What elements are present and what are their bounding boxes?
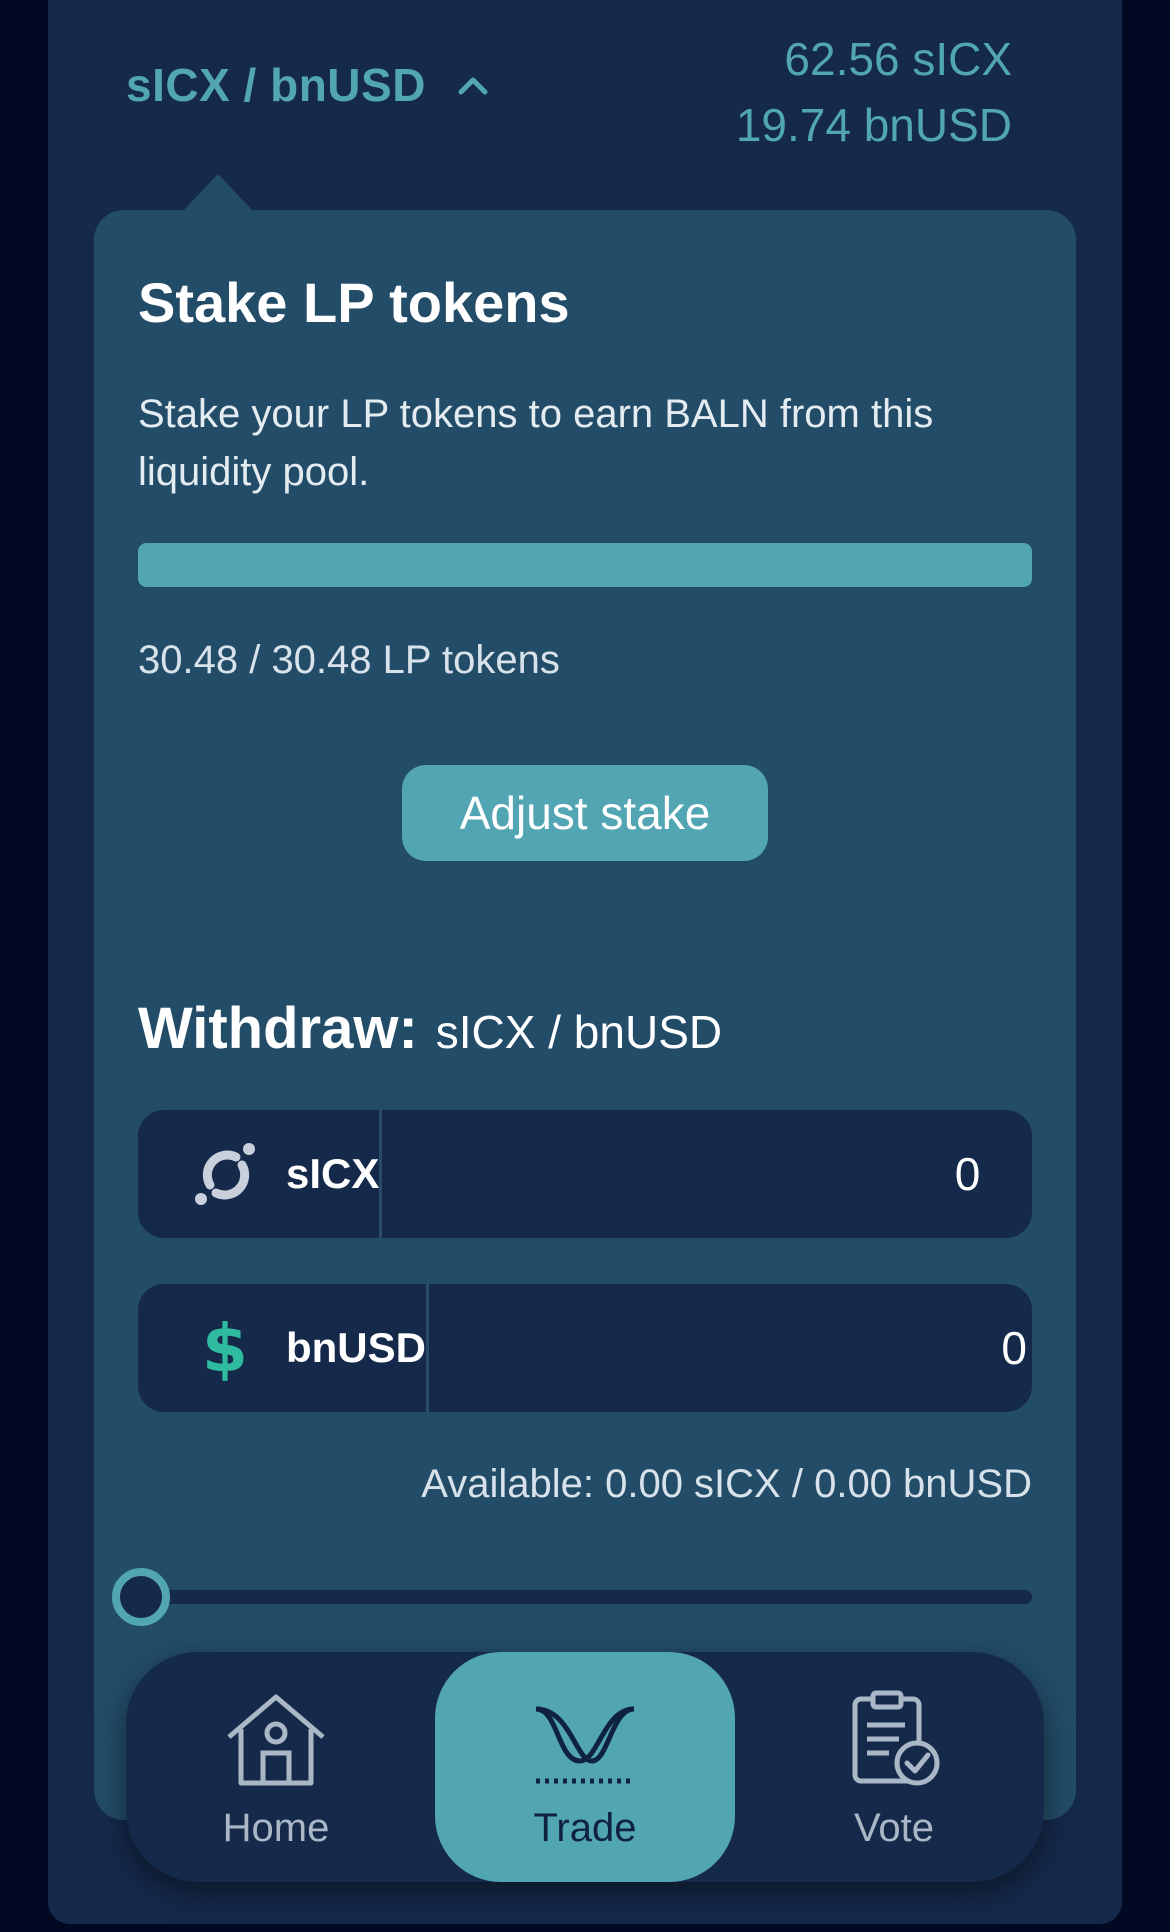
nav-home[interactable]: Home	[126, 1652, 426, 1882]
balance-sicx: 62.56 sICX	[784, 33, 1012, 85]
stake-progress-bar	[138, 543, 1032, 587]
nav-vote-label: Vote	[853, 1805, 935, 1850]
nav-vote[interactable]: Vote	[744, 1652, 1044, 1882]
token-name-bnusd: bnUSD	[286, 1324, 426, 1371]
card-pointer	[182, 174, 254, 212]
sicx-amount-input[interactable]	[382, 1110, 1032, 1238]
withdraw-sicx-row: sICX	[138, 1110, 1032, 1238]
token-selector-sicx: sICX	[138, 1110, 383, 1238]
pool-pair-toggle[interactable]: sICX / bnUSD	[126, 58, 490, 112]
stake-progress-fill	[138, 543, 1032, 587]
withdraw-slider-handle[interactable]	[112, 1568, 170, 1626]
withdraw-bnusd-row: $ bnUSD	[138, 1284, 1032, 1412]
stake-description: Stake your LP tokens to earn BALN from t…	[138, 392, 934, 494]
chevron-up-icon	[458, 77, 488, 95]
nav-trade-label: Trade	[533, 1805, 637, 1850]
withdraw-slider-track[interactable]	[138, 1590, 1032, 1604]
home-icon	[216, 1684, 336, 1794]
stake-title: Stake LP tokens	[138, 271, 570, 334]
dollar-icon: $	[186, 1309, 264, 1387]
pool-balances: 62.56 sICX 19.74 bnUSD	[736, 26, 1012, 158]
svg-text:$: $	[202, 1310, 248, 1387]
pool-pair-label: sICX / bnUSD	[126, 59, 426, 111]
withdraw-heading: Withdraw: sICX / bnUSD	[138, 995, 722, 1062]
token-selector-bnusd: $ bnUSD	[138, 1284, 429, 1412]
balance-bnusd: 19.74 bnUSD	[735, 99, 1012, 151]
available-balance: Available: 0.00 sICX / 0.00 bnUSD	[421, 1462, 1032, 1506]
icx-icon	[186, 1135, 264, 1213]
vote-icon	[834, 1684, 954, 1794]
withdraw-label: Withdraw:	[138, 996, 418, 1061]
bnusd-amount-input[interactable]	[429, 1284, 1032, 1412]
lp-token-amount: 30.48 / 30.48 LP tokens	[138, 638, 560, 682]
nav-home-label: Home	[222, 1805, 330, 1850]
adjust-stake-button[interactable]: Adjust stake	[402, 765, 768, 861]
bottom-navigation: Home Trade Vote	[126, 1652, 1044, 1882]
token-name-sicx: sICX	[286, 1150, 380, 1197]
nav-trade[interactable]: Trade	[435, 1652, 735, 1882]
withdraw-pair: sICX / bnUSD	[435, 1006, 723, 1058]
trade-icon	[525, 1684, 645, 1794]
